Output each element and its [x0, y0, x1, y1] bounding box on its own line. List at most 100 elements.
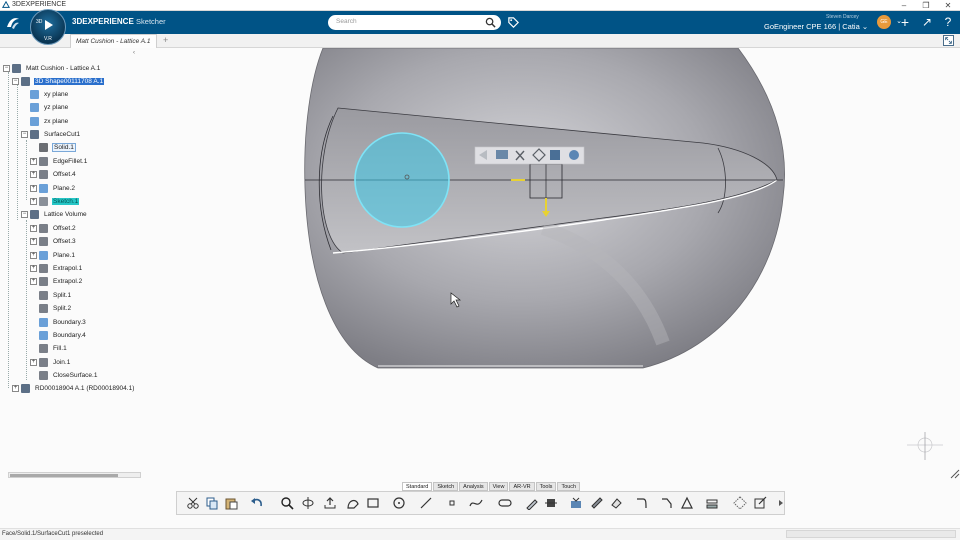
sketch-edit-icon[interactable] [525, 496, 539, 510]
tree-item-yz-plane[interactable]: yz plane [30, 101, 69, 113]
tree-item-sketch1[interactable]: + Sketch.1 [30, 195, 80, 207]
collapse-toggle[interactable]: − [21, 210, 28, 218]
tree-item-rd00018904[interactable]: + RD00018904 A.1 (RD00018904.1) [12, 382, 135, 394]
corner-icon[interactable] [635, 496, 649, 510]
search-field[interactable]: Search [328, 15, 501, 30]
constraint-icon[interactable] [705, 496, 719, 510]
tree-item-extrapol1[interactable]: + Extrapol.1 [30, 262, 83, 274]
paste-icon[interactable] [224, 496, 238, 510]
expand-toggle[interactable]: + [30, 251, 37, 259]
add-icon[interactable]: + [898, 15, 912, 29]
profile-icon[interactable] [346, 496, 360, 510]
constraint-icon[interactable] [550, 150, 560, 160]
normal-view-icon[interactable] [301, 496, 315, 510]
3d-viewport[interactable] [143, 48, 960, 480]
expand-toggle[interactable]: + [30, 224, 37, 232]
rectangle-icon[interactable] [366, 496, 380, 510]
collapse-tree-icon[interactable]: ‹ [133, 50, 135, 56]
add-tab-button[interactable]: + [163, 35, 168, 45]
minimize-button[interactable]: – [896, 0, 912, 11]
close-button[interactable]: ✕ [940, 0, 956, 11]
tree-item-join1[interactable]: + Join.1 [30, 356, 71, 368]
spline-icon[interactable] [469, 496, 483, 510]
tree-item-split1[interactable]: Split.1 [39, 289, 72, 301]
scrollbar-thumb[interactable] [10, 474, 118, 477]
collapse-toggle[interactable]: − [3, 64, 10, 72]
tree-item-offset3[interactable]: + Offset.3 [30, 235, 77, 247]
export-icon[interactable] [323, 496, 337, 510]
tree-item-solid1[interactable]: Solid.1 [39, 141, 76, 153]
tree-item-offset2[interactable]: + Offset.2 [30, 222, 77, 234]
expand-toggle[interactable]: + [30, 237, 37, 245]
tree-item-split2[interactable]: Split.2 [39, 302, 72, 314]
tab-view[interactable]: View [488, 482, 509, 491]
copy-icon[interactable] [205, 496, 219, 510]
tree-item-fill1[interactable]: Fill.1 [39, 342, 68, 354]
tape-measure-icon[interactable] [590, 496, 604, 510]
tree-horizontal-scrollbar[interactable] [8, 472, 141, 478]
project-icon[interactable] [496, 150, 508, 159]
expand-toggle[interactable]: + [12, 384, 19, 392]
expand-toggle[interactable]: + [30, 264, 37, 272]
restore-button[interactable]: ❐ [918, 0, 934, 11]
anchor-icon[interactable] [569, 150, 579, 160]
tree-item-closesurface1[interactable]: CloseSurface.1 [39, 369, 98, 381]
share-icon[interactable]: ↗ [920, 15, 934, 29]
context-toolbar[interactable] [474, 146, 585, 165]
tree-item-offset4[interactable]: + Offset.4 [30, 168, 77, 180]
preselected-circle[interactable] [354, 132, 450, 228]
point-icon[interactable] [445, 496, 459, 510]
tab-tools[interactable]: Tools [535, 482, 557, 491]
tree-item-xy-plane[interactable]: xy plane [30, 88, 69, 100]
undo-icon[interactable] [250, 496, 264, 510]
tree-item-boundary3[interactable]: Boundary.3 [39, 316, 87, 328]
expand-toggle[interactable]: + [30, 358, 37, 366]
resize-corner-icon[interactable] [950, 469, 960, 479]
3ds-brand-icon[interactable] [5, 15, 21, 31]
command-input[interactable] [786, 530, 956, 538]
tab-analysis[interactable]: Analysis [459, 482, 488, 491]
tab-sketch[interactable]: Sketch [433, 482, 459, 491]
tab-touch[interactable]: Touch [557, 482, 581, 491]
expand-toggle[interactable]: + [30, 157, 37, 165]
slot-icon[interactable] [498, 496, 512, 510]
collapse-toggle[interactable]: − [21, 130, 28, 138]
expand-toggle[interactable]: + [30, 184, 37, 192]
expand-toggle[interactable]: + [30, 277, 37, 285]
compass-widget[interactable]: 3D V.R [30, 9, 66, 45]
role-selector[interactable]: GoEngineer CPE 166 | Catia ⌄ [764, 22, 868, 31]
chamfer-icon[interactable] [660, 496, 674, 510]
tree-item-plane2[interactable]: + Plane.2 [30, 182, 76, 194]
cut-icon[interactable] [186, 496, 200, 510]
line-icon[interactable] [419, 496, 433, 510]
tree-item-plane1[interactable]: + Plane.1 [30, 249, 76, 261]
tree-item-3d-shape[interactable]: − 3D Shape00111708 A.1 [12, 75, 105, 87]
search-icon[interactable] [485, 17, 496, 28]
tree-item-root[interactable]: − Matt Cushion - Lattice A.1 [3, 62, 101, 74]
more-commands-icon[interactable] [777, 496, 785, 510]
tree-item-lattice-volume[interactable]: − Lattice Volume [21, 208, 88, 220]
circle-icon[interactable] [392, 496, 406, 510]
tree-item-zx-plane[interactable]: zx plane [30, 115, 69, 127]
sketch-solver-icon[interactable] [569, 496, 583, 510]
tree-item-extrapol2[interactable]: + Extrapol.2 [30, 275, 83, 287]
avatar[interactable]: GE [877, 15, 891, 29]
tag-icon[interactable] [507, 16, 520, 29]
tree-item-edgefillet1[interactable]: + EdgeFillet.1 [30, 155, 88, 167]
help-icon[interactable]: ? [941, 15, 955, 29]
expand-toggle[interactable]: + [30, 170, 37, 178]
tab-standard[interactable]: Standard [402, 482, 433, 491]
auto-constraint-icon[interactable] [733, 496, 747, 510]
expand-toggle[interactable]: + [30, 197, 37, 205]
zoom-fit-icon[interactable] [280, 496, 294, 510]
tree-item-boundary4[interactable]: Boundary.4 [39, 329, 87, 341]
collapse-toggle[interactable]: − [12, 77, 19, 85]
tree-item-surfacecut1[interactable]: − SurfaceCut1 [21, 128, 81, 140]
project-3d-icon[interactable] [544, 496, 558, 510]
tab-matt-cushion[interactable]: Matt Cushion - Lattice A.1 [70, 34, 157, 48]
play-icon[interactable] [45, 20, 53, 30]
fullscreen-icon[interactable] [943, 35, 954, 46]
tab-ar-vr[interactable]: AR-VR [509, 482, 535, 491]
exit-sketch-icon[interactable] [753, 496, 767, 510]
mirror-icon[interactable] [680, 496, 694, 510]
